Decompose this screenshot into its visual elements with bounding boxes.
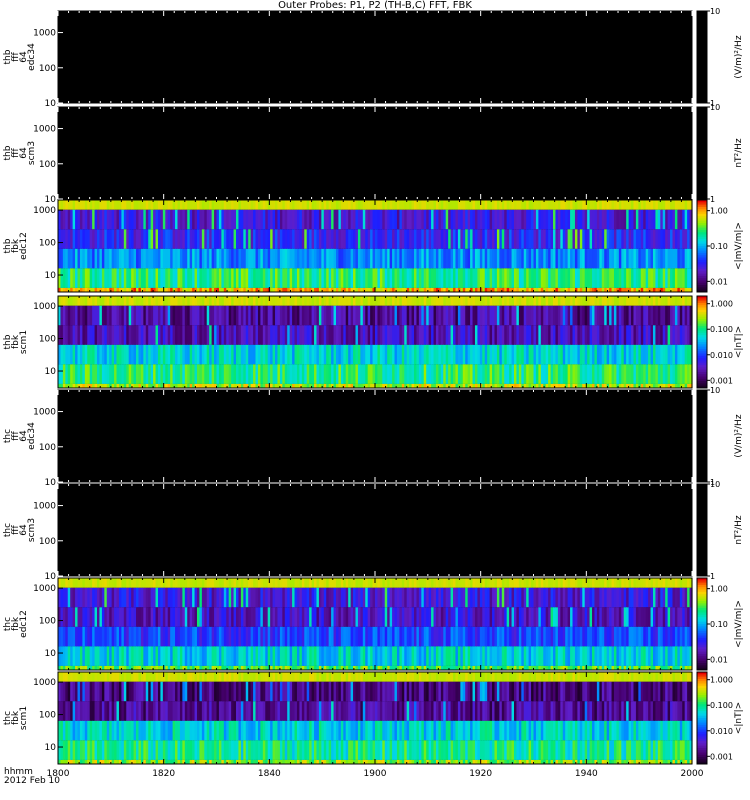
- y-axis-label: thbfff64scm3: [3, 141, 37, 165]
- y-tick-label: 10: [45, 99, 57, 109]
- colorbar-tick-label: 1: [710, 195, 715, 204]
- heatmap-cells: [58, 200, 693, 292]
- y-axis-label-line: edc12: [19, 232, 29, 260]
- y-tick-label: 100: [39, 239, 56, 249]
- colorbar-tick-label: 0.001: [710, 376, 733, 385]
- colorbar-tick-label: 10: [710, 480, 720, 489]
- colorbar-label: nT²/Hz: [734, 138, 744, 168]
- y-tick-label: 1000: [33, 408, 56, 418]
- y-axis-label-line: scm3: [27, 141, 37, 165]
- colorbar-tick-label: 10: [710, 386, 720, 395]
- y-tick-label: 10: [45, 195, 57, 205]
- colorbar-tick-label: 1: [710, 572, 715, 581]
- y-tick-label: 1000: [33, 302, 56, 312]
- colorbar-fill: [697, 107, 707, 199]
- panel-7: 100010010thcfbkedc121.000.100.01<|mV/m|>: [3, 577, 744, 671]
- y-tick-label: 100: [39, 160, 56, 170]
- y-tick-label: 100: [39, 335, 56, 345]
- panel-background: [58, 11, 692, 103]
- y-tick-label: 100: [39, 64, 56, 74]
- y-tick-label: 1000: [33, 29, 56, 39]
- colorbar-tick-label: 0.100: [710, 325, 733, 334]
- panel-3: 1000 100 10 thbfbkedc12 1.00 0.10 0.01 <|mV/m|>: [3, 199, 744, 293]
- panel-background: [58, 484, 692, 576]
- y-tick-label: 10: [45, 367, 57, 377]
- y-axis-label-line: edc34: [27, 422, 37, 450]
- y-axis-label: thbfbkscm1: [3, 330, 29, 354]
- colorbar-tick-label: 0.10: [710, 242, 728, 251]
- colorbar: 101(V/m)²/Hz: [696, 7, 744, 108]
- y-axis-label-line: edc34: [27, 43, 37, 71]
- colorbar-label: (V/m)²/Hz: [734, 414, 744, 457]
- y-axis-label: thbfff64edc34: [3, 43, 37, 71]
- colorbar-tick-label: 10: [710, 103, 720, 112]
- panel-6: 1000 100 10 thcfff64scm3 10 1 nT²/Hz: [3, 480, 744, 582]
- y-tick-label: 1000: [33, 125, 56, 135]
- y-tick-label: 100: [39, 443, 56, 453]
- colorbar: 1.000 0.100 0.010 0.001 <|nT|>: [696, 295, 744, 389]
- colorbar: 1.00 0.10 0.01 <|mV/m|>: [696, 199, 744, 293]
- panels: 100010010thbfff64edc34101(V/m)²/Hz100010…: [3, 7, 744, 765]
- y-tick-label: 1000: [33, 502, 56, 512]
- colorbar-tick-label: 1.00: [710, 207, 728, 216]
- y-tick-label: 10: [45, 478, 57, 488]
- y-tick-label: 100: [39, 537, 56, 547]
- panel-background: [58, 107, 692, 199]
- colorbar-fill: [697, 11, 707, 103]
- colorbar-tick-label: 10: [710, 7, 720, 16]
- colorbar: 101(V/m)²/Hz: [696, 386, 744, 487]
- panel-5: 1000 100 10 thcfff64edc34 101(V/m)²/Hz: [3, 386, 744, 488]
- y-axis-label-line: scm1: [19, 330, 29, 354]
- y-axis-label: thcfff64edc34: [3, 422, 37, 450]
- colorbar-label: (V/m)²/Hz: [734, 35, 744, 78]
- y-axis-label-line: scm3: [27, 518, 37, 542]
- y-axis-label: thcfff64scm3: [3, 518, 37, 542]
- y-tick-label: 10: [45, 271, 57, 281]
- panel-4: 1000 100 10 thbfbkscm1 1.000 0.100 0.010 0.001 <…: [3, 295, 744, 389]
- colorbar-tick-label: 0.01: [710, 277, 728, 286]
- panel-1: 1000 100 10 thbfff64edc34 101(V/m)²/Hz: [3, 7, 744, 109]
- colorbar-fill: [697, 484, 707, 576]
- colorbar-label: <|nT|>: [734, 326, 744, 358]
- panel-background: [58, 390, 692, 482]
- y-tick-label: 10: [45, 572, 57, 582]
- heatmap-cells: [58, 578, 693, 670]
- colorbar: 10 1 nT²/Hz: [696, 103, 744, 204]
- panel-2: 1000 100 10 thbfff64scm3 10 1 nT²/Hz: [3, 103, 744, 205]
- colorbar-tick-label: 1.000: [710, 300, 733, 309]
- spectrogram-figure: 100010010thbfff64edc34101(V/m)²/Hz100010…: [3, 7, 744, 779]
- colorbar-fill: [697, 390, 707, 482]
- y-tick-label: 1000: [33, 206, 56, 216]
- colorbar: 10 1 nT²/Hz: [696, 480, 744, 581]
- colorbar-label: nT²/Hz: [734, 515, 744, 545]
- colorbar-label: <|mV/m|>: [734, 222, 744, 270]
- colorbar-tick-label: 0.010: [710, 351, 733, 360]
- heatmap-cells: [58, 296, 693, 388]
- y-axis-label: thbfbkedc12: [3, 232, 29, 260]
